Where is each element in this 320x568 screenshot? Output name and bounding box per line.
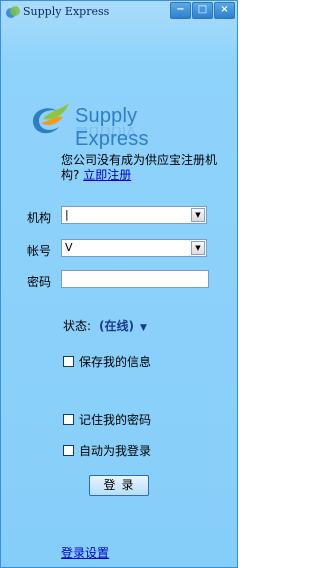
logo-reflection: Supply Express (75, 127, 211, 137)
account-dropdown-arrow-icon[interactable]: ▼ (191, 241, 205, 255)
minimize-button[interactable]: − (170, 2, 191, 19)
password-label: 密码 (27, 275, 52, 289)
supply-express-logo: Supply Express Supply Express (27, 99, 211, 150)
remember-password-checkbox-box[interactable] (63, 414, 74, 425)
save-info-checkbox-box[interactable] (63, 356, 74, 367)
login-window: Supply Express − □ × Supply Express Supp… (0, 0, 238, 568)
remember-password-checkbox[interactable]: 记住我的密码 (63, 411, 151, 428)
save-info-checkbox[interactable]: 保存我的信息 (63, 353, 151, 370)
org-dropdown-arrow-icon[interactable]: ▼ (191, 208, 205, 222)
auto-login-checkbox-box[interactable] (63, 445, 74, 456)
register-notice: 您公司没有成为供应宝注册机构? 立即注册 (61, 153, 231, 183)
password-field[interactable] (61, 270, 209, 288)
remember-password-label: 记住我的密码 (79, 413, 152, 427)
login-settings-link[interactable]: 登录设置 (61, 544, 109, 561)
logo-mark-icon (33, 103, 69, 134)
auto-login-checkbox[interactable]: 自动为我登录 (63, 442, 151, 459)
org-value: | (65, 208, 69, 221)
account-label: 帐号 (27, 244, 52, 258)
status-label: 状态: (63, 319, 92, 333)
status-selector[interactable]: 状态: (在线) ▼ (63, 317, 147, 334)
title-bar[interactable]: Supply Express − □ × (1, 1, 237, 23)
maximize-button[interactable]: □ (192, 2, 213, 19)
status-value[interactable]: (在线) (99, 319, 134, 333)
register-now-link[interactable]: 立即注册 (83, 168, 131, 182)
account-select[interactable]: V ▼ (61, 239, 207, 257)
status-dropdown-icon[interactable]: ▼ (140, 323, 147, 333)
close-button[interactable]: × (214, 2, 235, 19)
save-info-label: 保存我的信息 (79, 355, 152, 369)
app-icon (6, 6, 20, 18)
auto-login-label: 自动为我登录 (79, 444, 152, 458)
window-title: Supply Express (23, 5, 110, 18)
login-button[interactable]: 登录 (89, 475, 149, 496)
org-label: 机构 (27, 211, 52, 225)
org-select[interactable]: | ▼ (61, 206, 207, 224)
account-value: V (65, 241, 73, 254)
